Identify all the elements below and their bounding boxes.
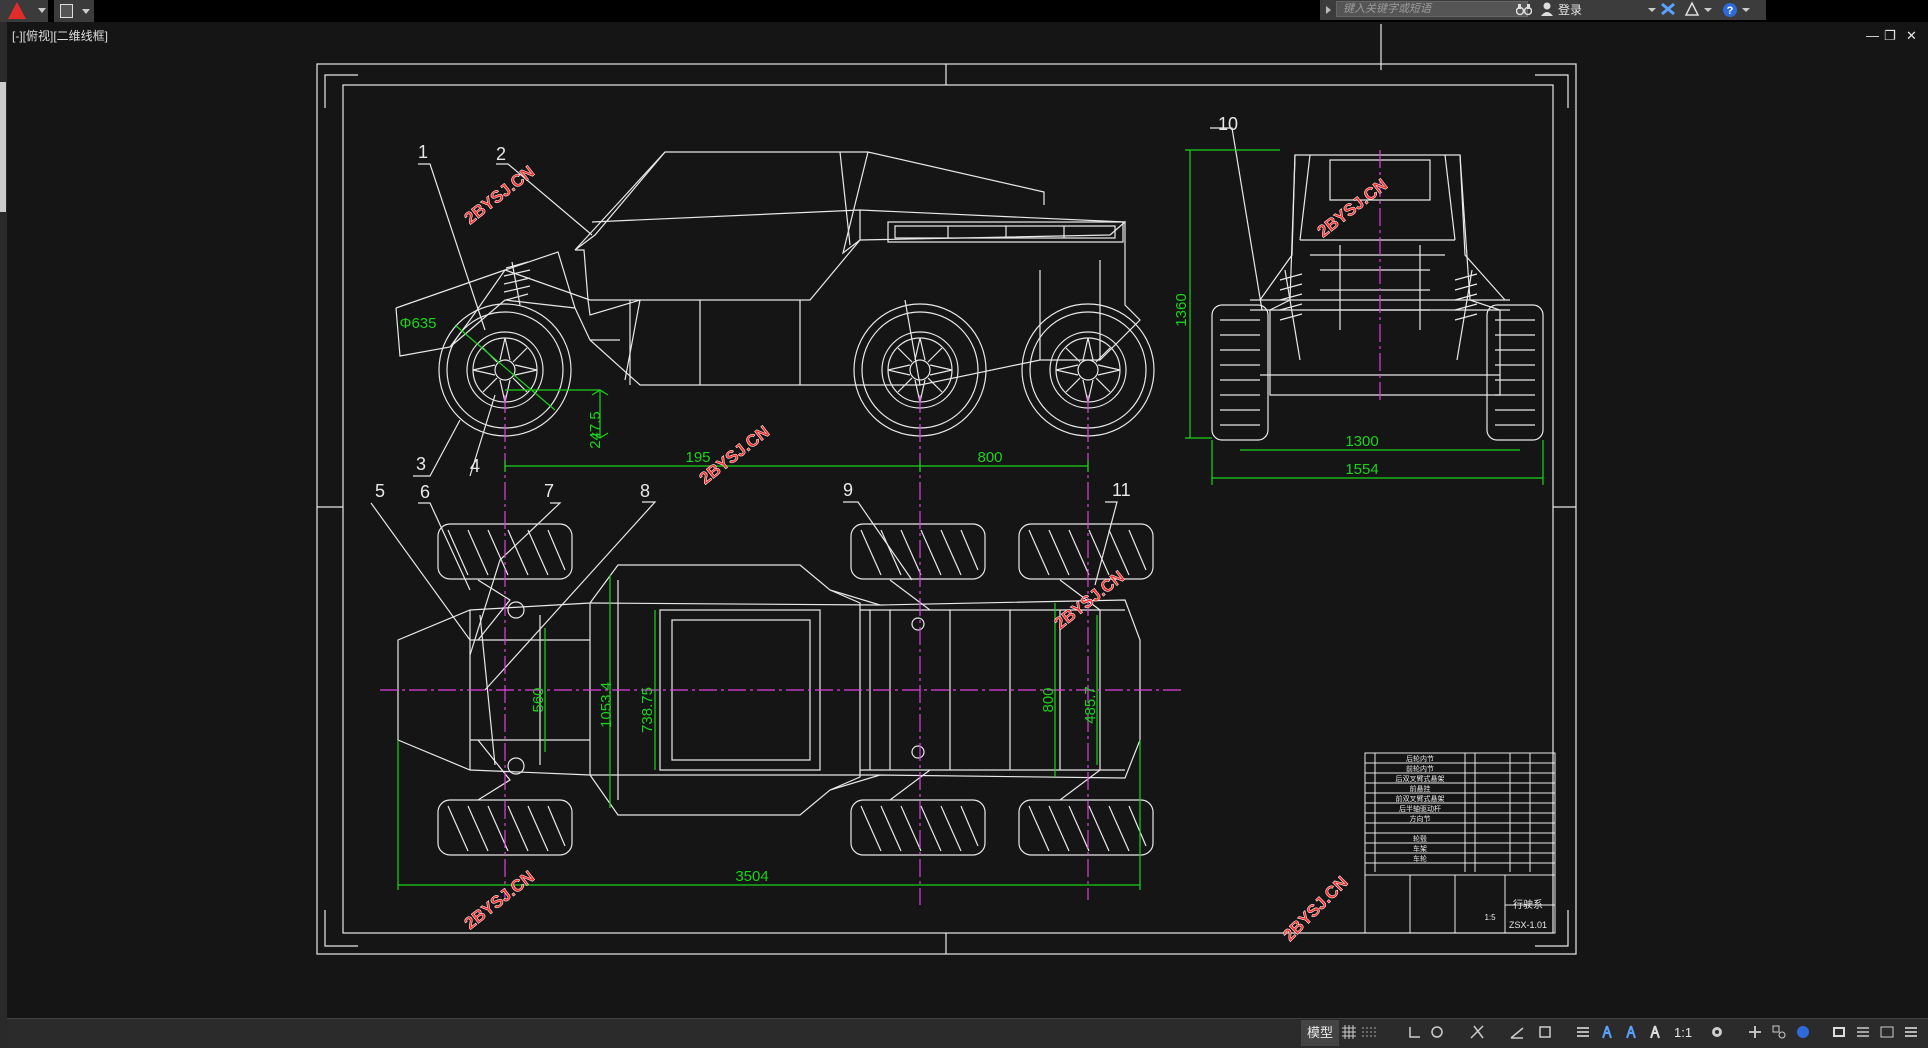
parts-list-item: 方向节 [1410, 814, 1431, 823]
callout-1: 1 [418, 142, 428, 162]
exchange-icon[interactable] [1660, 1, 1676, 19]
snap-icon[interactable] [1362, 1025, 1376, 1039]
close-icon[interactable]: ✕ [1906, 29, 1917, 43]
menu-icon[interactable] [1904, 1025, 1918, 1039]
callout-8: 8 [640, 481, 650, 501]
dimension-rear-width: 800 [1040, 687, 1057, 712]
title-bar: 键入关键字或短语 登录 ? [0, 0, 1928, 22]
dimension-frame-width-b: 738.75 [639, 687, 656, 733]
object-snap-icon[interactable] [1470, 1025, 1484, 1039]
dimension-rear-inner: 485.7 [1082, 686, 1099, 724]
callout-5: 5 [375, 481, 385, 501]
drawing-number: ZSX-1.01 [1509, 920, 1547, 930]
application-menu-button[interactable] [0, 0, 48, 22]
chevron-down-icon[interactable] [1704, 8, 1712, 12]
infocenter-bar: 键入关键字或短语 登录 ? [1320, 0, 1766, 20]
chevron-down-icon [38, 8, 46, 13]
dimension-height: 1360 [1173, 293, 1190, 326]
dimension-ground-clearance: 247.5 [587, 411, 604, 449]
parts-list-item: 前双叉臂式悬架 [1396, 794, 1445, 803]
window-bottom-edge [0, 1048, 1928, 1058]
polar-tracking-icon[interactable] [1430, 1025, 1444, 1039]
user-icon [1540, 1, 1554, 19]
chevron-down-icon[interactable] [1648, 8, 1656, 12]
autocad-logo-icon [8, 2, 26, 19]
chevron-down-icon [82, 9, 90, 14]
scroll-thumb [0, 82, 6, 212]
callout-4: 4 [470, 456, 480, 476]
dimension-total-length: 3504 [735, 868, 768, 885]
clean-screen-icon[interactable] [1832, 1025, 1846, 1039]
expand-icon[interactable] [1326, 6, 1331, 14]
dimension-frame-width-a: 1053.4 [598, 682, 615, 728]
callout-6: 6 [420, 482, 430, 502]
dynamic-input-icon[interactable] [1510, 1025, 1524, 1039]
isolate-objects-icon[interactable] [1772, 1025, 1786, 1039]
annotation-scale-icon[interactable] [1648, 1025, 1662, 1039]
customization-icon[interactable] [1856, 1025, 1870, 1039]
autodesk-360-icon[interactable] [1684, 1, 1700, 19]
dimension-front-width: 560 [530, 687, 547, 712]
restore-icon[interactable]: ❐ [1884, 29, 1896, 43]
model-space-button[interactable]: 模型 [1301, 1020, 1340, 1046]
dimension-track-outer: 1554 [1345, 461, 1378, 478]
lineweight-icon[interactable] [1576, 1025, 1590, 1039]
viewport-controls-label[interactable]: [-][俯视][二维线框] [12, 27, 108, 44]
drawing-canvas[interactable]: 1 23 45 6 7 8 91011Φ635247.5195 800136013001554… [7, 22, 1928, 1018]
model-space-background [7, 22, 1928, 1018]
grid-icon[interactable] [1342, 1025, 1356, 1039]
search-input[interactable]: 键入关键字或短语 [1336, 1, 1528, 17]
callout-3: 3 [416, 454, 426, 474]
plus-icon[interactable] [1748, 1025, 1762, 1039]
dimension-wheelbase-rear: 800 [977, 449, 1002, 466]
drawing-scale: 1:5 [1484, 913, 1496, 922]
svg-text:?: ? [1727, 5, 1734, 17]
workspace-gear-icon[interactable] [1710, 1025, 1724, 1039]
help-icon[interactable]: ? [1722, 1, 1738, 19]
save-icon [60, 4, 73, 18]
parts-list-item: 车架 [1413, 844, 1427, 853]
login-button[interactable]: 登录 [1558, 1, 1582, 19]
hardware-acceleration-icon[interactable] [1796, 1025, 1810, 1039]
parts-list-item: 后轮内节 [1406, 754, 1434, 763]
minimize-icon[interactable]: — [1866, 29, 1879, 43]
annotation-scale-dropdown[interactable]: 1:1 [1674, 1020, 1692, 1046]
selection-cycling-icon[interactable] [1538, 1025, 1552, 1039]
left-scroll-strip[interactable] [0, 22, 7, 1058]
callout-2: 2 [496, 144, 506, 164]
dimension-wheel-diameter: Φ635 [400, 315, 437, 332]
chevron-down-icon[interactable] [1742, 8, 1750, 12]
callout-9: 9 [843, 480, 853, 500]
ortho-icon[interactable] [1408, 1025, 1422, 1039]
annotation-visibility-icon[interactable] [1600, 1025, 1614, 1039]
parts-list-item: 车轮 [1413, 854, 1427, 863]
quick-access-toolbar-button[interactable] [54, 0, 94, 22]
status-bar [7, 1018, 1928, 1049]
maximize-viewport-icon[interactable] [1880, 1025, 1894, 1039]
callout-11: 11 [1112, 480, 1131, 500]
parts-list-item: 后半轴驱动杆 [1399, 804, 1441, 813]
parts-list-item: 前轮内节 [1406, 764, 1434, 773]
binoculars-search-icon[interactable] [1515, 1, 1533, 19]
dimension-track-inner: 1300 [1345, 433, 1378, 450]
auto-scale-icon[interactable] [1624, 1025, 1638, 1039]
parts-list-item: 轮毂 [1413, 834, 1427, 843]
parts-list-item: 前悬挂 [1410, 784, 1431, 793]
callout-10: 10 [1218, 114, 1238, 134]
callout-7: 7 [544, 481, 554, 501]
parts-list-item: 后双叉臂式悬架 [1396, 774, 1445, 783]
